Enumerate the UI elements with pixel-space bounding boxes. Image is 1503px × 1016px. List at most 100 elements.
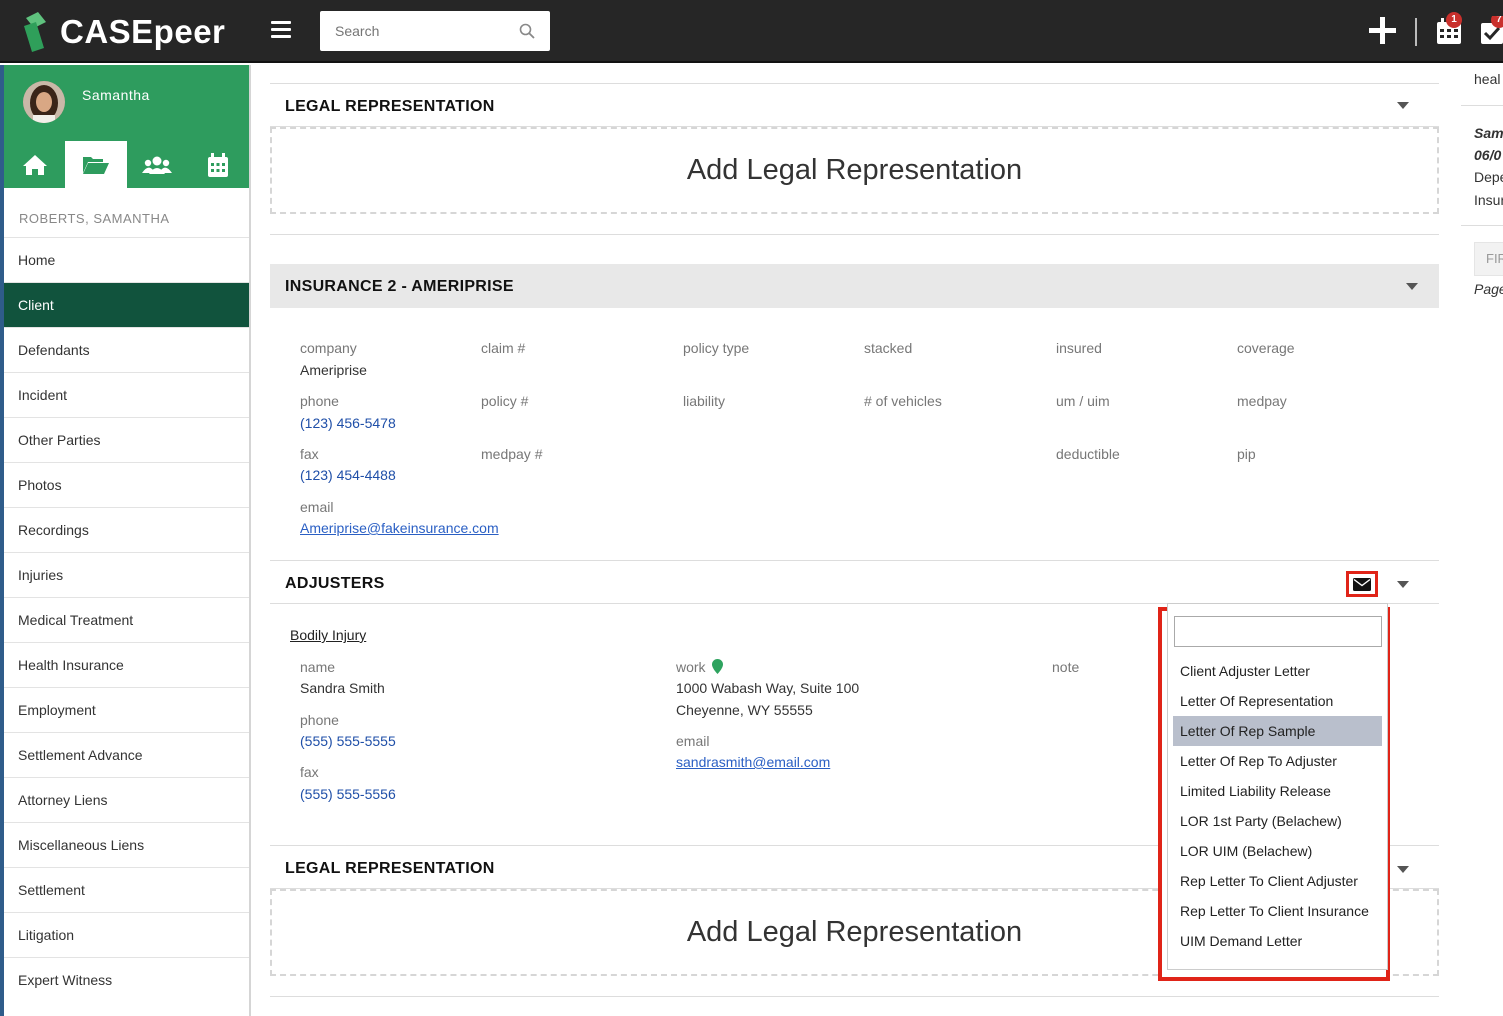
dropdown-item[interactable]: Letter Of Rep To Adjuster (1173, 746, 1382, 776)
calendar-nav-button[interactable] (188, 141, 249, 188)
cases-nav-button[interactable] (65, 141, 127, 188)
calendar-button[interactable]: 1 (1436, 12, 1464, 46)
adjuster-email-label: email (676, 733, 710, 749)
divider (270, 996, 1439, 997)
sidebar-item-settlement[interactable]: Settlement (4, 867, 249, 912)
user-name: Samantha (82, 87, 150, 103)
um-uim-label: um / uim (1056, 393, 1110, 409)
caret-down-icon[interactable] (1397, 102, 1409, 109)
global-search[interactable] (320, 11, 550, 51)
sidebar-item-expert-witness[interactable]: Expert Witness (4, 957, 249, 1002)
adjuster-work-label: work (676, 659, 706, 675)
fax-label: fax (300, 446, 319, 462)
activity-text: Depe (1474, 169, 1503, 185)
sidebar-item-employment[interactable]: Employment (4, 687, 249, 732)
dropdown-list: Client Adjuster Letter Letter Of Represe… (1173, 656, 1382, 956)
activity-date: 06/0 (1474, 147, 1502, 163)
sidebar-item-settlement-advance[interactable]: Settlement Advance (4, 732, 249, 777)
app-logo[interactable]: CASEpeer (22, 9, 225, 55)
pip-label: pip (1237, 446, 1256, 462)
adjuster-phone-link[interactable]: (555) 555-5555 (300, 733, 396, 749)
sidebar-item-litigation[interactable]: Litigation (4, 912, 249, 957)
sidebar-item-home[interactable]: Home (4, 237, 249, 282)
stacked-label: stacked (864, 340, 913, 356)
tasks-button[interactable]: 7 (1481, 16, 1503, 46)
add-legal-representation-button[interactable]: Add Legal Representation (270, 127, 1439, 214)
sidebar-item-other-parties[interactable]: Other Parties (4, 417, 249, 462)
sidebar-item-incident[interactable]: Incident (4, 372, 249, 417)
dropdown-item[interactable]: Limited Liability Release (1173, 776, 1382, 806)
section-title: LEGAL REPRESENTATION (285, 860, 495, 877)
adjuster-email-link[interactable]: sandrasmith@email.com (676, 754, 830, 770)
search-icon[interactable] (519, 23, 535, 39)
users-icon (142, 156, 173, 174)
contacts-nav-button[interactable] (127, 141, 188, 188)
adjuster-address-line2: Cheyenne, WY 55555 (676, 702, 813, 718)
home-icon (22, 154, 47, 175)
activity-text: Insur (1474, 192, 1503, 208)
right-activity-panel: heal Sam 06/0 Depe Insur FIR Page (1461, 65, 1503, 1016)
caret-down-icon[interactable] (1397, 581, 1409, 588)
pagination-text: Page (1474, 281, 1503, 297)
folder-open-icon (82, 156, 109, 174)
dropdown-item[interactable]: Rep Letter To Client Insurance (1173, 896, 1382, 926)
adjuster-name-label: name (300, 659, 336, 675)
calendar-badge: 1 (1446, 12, 1462, 28)
sidebar-nav-icons (4, 141, 249, 188)
insurance-email-link[interactable]: Ameriprise@fakeinsurance.com (300, 520, 499, 536)
sidebar-item-medical-treatment[interactable]: Medical Treatment (4, 597, 249, 642)
email-letter-button[interactable] (1346, 571, 1378, 597)
adjuster-fax-link[interactable]: (555) 555-5556 (300, 786, 396, 802)
adjusters-header[interactable]: ADJUSTERS (270, 560, 1439, 604)
sidebar-item-attorney-liens[interactable]: Attorney Liens (4, 777, 249, 822)
policy-number-label: policy # (481, 393, 529, 409)
insurance-fax-link[interactable]: (123) 454-4488 (300, 467, 396, 483)
dropdown-search-input[interactable] (1174, 616, 1382, 647)
caret-down-icon[interactable] (1397, 866, 1409, 873)
dropdown-item[interactable]: LOR 1st Party (Belachew) (1173, 806, 1382, 836)
dropdown-item[interactable]: Client Adjuster Letter (1173, 656, 1382, 686)
dropdown-item[interactable]: LOR UIM (Belachew) (1173, 836, 1382, 866)
medpay-label: medpay (1237, 393, 1287, 409)
medpay-number-label: medpay # (481, 446, 543, 462)
sidebar-item-recordings[interactable]: Recordings (4, 507, 249, 552)
search-input[interactable] (320, 11, 505, 51)
policy-type-label: policy type (683, 340, 750, 356)
home-nav-button[interactable] (4, 141, 65, 188)
sidebar-item-photos[interactable]: Photos (4, 462, 249, 507)
sidebar-item-miscellaneous-liens[interactable]: Miscellaneous Liens (4, 822, 249, 867)
dropdown-item[interactable]: Rep Letter To Client Adjuster (1173, 866, 1382, 896)
divider (1461, 105, 1503, 106)
claim-label: claim # (481, 340, 526, 356)
sidebar-item-injuries[interactable]: Injuries (4, 552, 249, 597)
insurance-header[interactable]: INSURANCE 2 - AMERIPRISE (270, 264, 1439, 308)
liability-label: liability (683, 393, 726, 409)
company-label: company (300, 340, 357, 356)
client-name: ROBERTS, SAMANTHA (19, 211, 170, 226)
activity-author: Sam (1474, 125, 1503, 141)
avatar[interactable] (23, 81, 65, 123)
dropdown-item[interactable]: Letter Of Representation (1173, 686, 1382, 716)
sidebar-item-defendants[interactable]: Defendants (4, 327, 249, 372)
dropdown-item-highlighted[interactable]: Letter Of Rep Sample (1173, 716, 1382, 746)
letter-template-dropdown: Client Adjuster Letter Letter Of Represe… (1158, 603, 1390, 981)
first-page-button[interactable]: FIR (1474, 242, 1503, 276)
insured-label: insured (1056, 340, 1102, 356)
hamburger-menu-icon[interactable] (271, 21, 291, 39)
section-title: INSURANCE 2 - AMERIPRISE (285, 278, 514, 295)
map-pin-icon[interactable] (712, 659, 723, 674)
caret-down-icon[interactable] (1406, 283, 1418, 290)
legal-representation-header[interactable]: LEGAL REPRESENTATION (270, 83, 1439, 127)
dropdown-item[interactable]: UIM Demand Letter (1173, 926, 1382, 956)
dropdown-panel: Client Adjuster Letter Letter Of Represe… (1167, 603, 1388, 970)
deductible-label: deductible (1056, 446, 1120, 462)
add-plus-icon[interactable] (1369, 17, 1396, 44)
adjuster-type: Bodily Injury (290, 627, 367, 643)
coverage-label: coverage (1237, 340, 1295, 356)
insurance-phone-link[interactable]: (123) 456-5478 (300, 415, 396, 431)
user-panel: Samantha (4, 65, 249, 188)
sidebar-item-client[interactable]: Client (4, 282, 249, 327)
adjuster-note-label: note (1052, 659, 1080, 675)
sidebar-item-health-insurance[interactable]: Health Insurance (4, 642, 249, 687)
adjuster-phone-label: phone (300, 712, 339, 728)
